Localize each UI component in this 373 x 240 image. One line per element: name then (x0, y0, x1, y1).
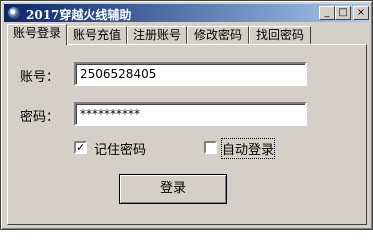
password-input[interactable] (74, 102, 307, 126)
window-title: 2017穿越火线辅助 (26, 8, 132, 22)
app-icon[interactable] (8, 7, 20, 19)
remember-password-checkbox[interactable]: ✓ (74, 141, 87, 154)
close-button[interactable]: × (353, 6, 369, 20)
maximize-icon: □ (338, 7, 348, 18)
tab-label: 账号充值 (72, 28, 121, 42)
tab-register[interactable]: 注册账号 (127, 26, 187, 44)
login-panel: 账号： 密码： ✓ 记住密码 自动登录 登录 (7, 44, 367, 225)
password-label: 密码： (20, 110, 60, 125)
check-icon: ✓ (76, 141, 86, 154)
tab-change-password[interactable]: 修改密码 (187, 26, 249, 44)
tab-account-login[interactable]: 账号登录 (7, 24, 67, 45)
app-window: 2017穿越火线辅助 _ □ × 账号登录 账号充值 注册账号 修改密码 找回密… (0, 0, 373, 230)
tab-recover-password[interactable]: 找回密码 (249, 26, 311, 44)
title-bar[interactable]: 2017穿越火线辅助 _ □ × (4, 4, 369, 22)
account-label: 账号： (20, 70, 60, 85)
tab-label: 修改密码 (193, 28, 242, 42)
tab-label: 注册账号 (132, 28, 181, 42)
minimize-button[interactable]: _ (319, 6, 335, 20)
maximize-button[interactable]: □ (335, 6, 351, 20)
tab-account-recharge[interactable]: 账号充值 (67, 26, 127, 44)
tab-label: 找回密码 (255, 28, 304, 42)
minimize-icon: _ (324, 7, 330, 18)
login-button[interactable]: 登录 (119, 174, 227, 204)
tab-strip: 账号登录 账号充值 注册账号 修改密码 找回密码 (7, 24, 369, 45)
close-icon: × (356, 7, 366, 18)
account-input[interactable] (74, 62, 307, 86)
tab-label: 账号登录 (12, 26, 61, 40)
remember-password-label[interactable]: 记住密码 (94, 139, 146, 158)
auto-login-checkbox[interactable] (204, 141, 217, 154)
auto-login-label[interactable]: 自动登录 (220, 138, 276, 159)
